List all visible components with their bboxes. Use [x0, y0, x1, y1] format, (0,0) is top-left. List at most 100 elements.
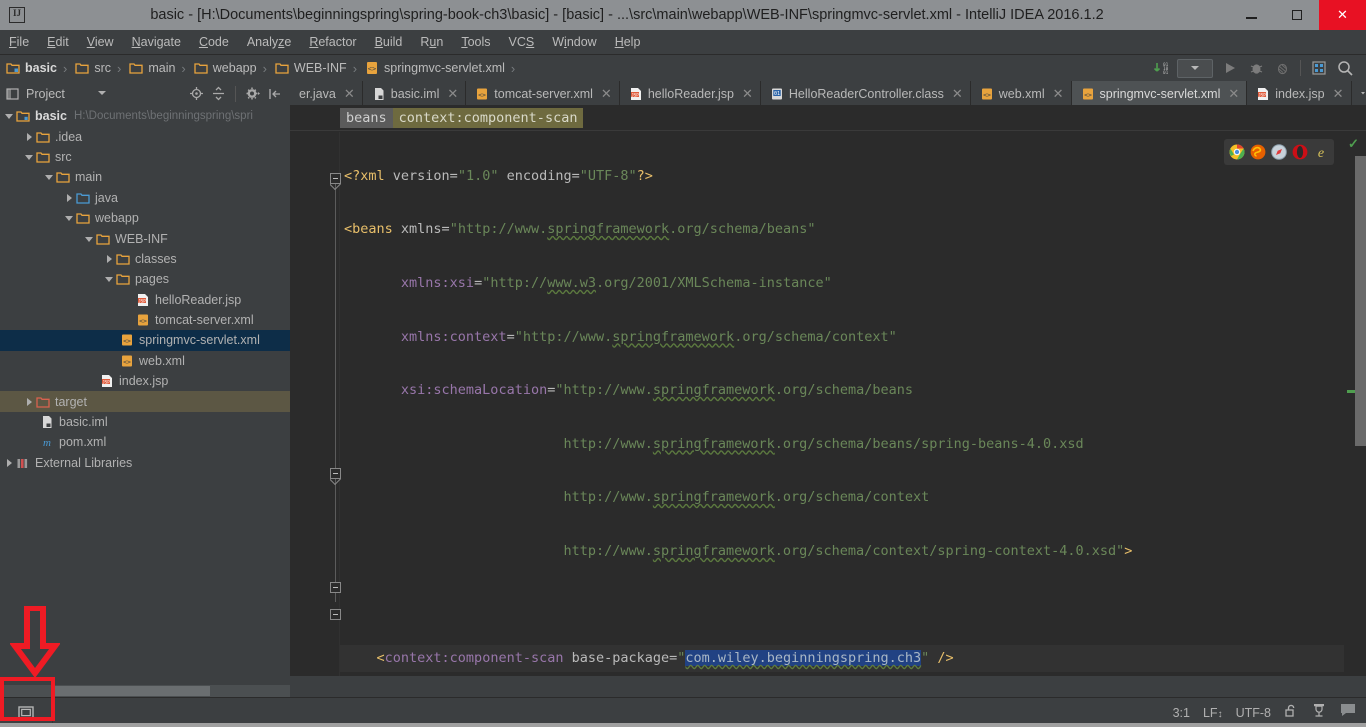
editor-tab-helloreader-jsp[interactable]: JSP helloReader.jsp ✕: [619, 81, 761, 105]
tree-item-idea[interactable]: .idea: [0, 126, 290, 146]
breadcrumb-item-web-inf[interactable]: WEB-INF: [269, 57, 348, 79]
editor-tab-helloreadercontroller-class[interactable]: 01 HelloReaderController.class ✕: [760, 81, 971, 105]
tree-item-classes[interactable]: classes: [0, 249, 290, 269]
tab-overflow-button[interactable]: 2: [1352, 81, 1366, 105]
project-horizontal-scrollbar[interactable]: [0, 685, 290, 697]
hide-panel-icon[interactable]: [265, 84, 285, 104]
menu-tools[interactable]: Tools: [452, 33, 499, 51]
chevron-down-icon[interactable]: [64, 212, 76, 224]
collapse-all-icon[interactable]: [208, 84, 228, 104]
tree-item-java[interactable]: java: [0, 188, 290, 208]
chevron-down-icon[interactable]: [84, 233, 96, 245]
chevron-down-icon[interactable]: [4, 110, 16, 122]
event-log-icon[interactable]: [1340, 703, 1356, 722]
tree-item-basic-iml[interactable]: basic.iml: [0, 412, 290, 432]
breadcrumb-item-main[interactable]: main: [123, 57, 176, 79]
chevron-right-icon[interactable]: [24, 396, 36, 408]
tree-item-webapp[interactable]: webapp: [0, 208, 290, 228]
project-tool-window-header[interactable]: Project: [0, 81, 112, 106]
run-configurations-combo[interactable]: [1177, 58, 1213, 78]
caret-position[interactable]: 3:1: [1173, 706, 1190, 720]
tree-item-pom-xml[interactable]: m pom.xml: [0, 432, 290, 452]
editor-tab-springmvc-servlet-xml[interactable]: <> springmvc-servlet.xml ✕: [1071, 81, 1248, 105]
close-icon[interactable]: ✕: [1053, 87, 1064, 100]
editor-tab-basic-iml[interactable]: basic.iml ✕: [362, 81, 467, 105]
locate-icon[interactable]: [186, 84, 206, 104]
scrollbar-thumb[interactable]: [55, 686, 210, 696]
breadcrumb-item-src[interactable]: src: [69, 57, 112, 79]
close-icon[interactable]: ✕: [742, 87, 753, 100]
tree-item-external-libraries[interactable]: External Libraries: [0, 453, 290, 473]
menu-help[interactable]: Help: [606, 33, 650, 51]
tree-item-main[interactable]: main: [0, 167, 290, 187]
settings-gear-icon[interactable]: [243, 84, 263, 104]
menu-file[interactable]: File: [0, 33, 38, 51]
internet-explorer-icon[interactable]: e: [1313, 144, 1329, 161]
editor-vertical-scrollbar[interactable]: [1355, 156, 1366, 446]
menu-view[interactable]: View: [78, 33, 123, 51]
project-tree-panel[interactable]: basic H:\Documents\beginningspring\spri …: [0, 106, 290, 676]
chevron-right-icon[interactable]: [4, 457, 16, 469]
firefox-icon[interactable]: [1250, 144, 1266, 160]
breadcrumb-chip-component-scan[interactable]: context:component-scan: [392, 108, 584, 128]
chevron-right-icon[interactable]: [64, 192, 76, 204]
menu-window[interactable]: Window: [543, 33, 605, 51]
safari-icon[interactable]: [1271, 144, 1287, 160]
chevron-right-icon[interactable]: [104, 253, 116, 265]
run-icon[interactable]: [1217, 57, 1243, 79]
close-icon[interactable]: ✕: [1228, 87, 1239, 100]
update-project-icon[interactable]: 01 10 01: [1147, 57, 1173, 79]
breadcrumb-item-springmvc-servlet-xml[interactable]: <> springmvc-servlet.xml: [359, 57, 506, 79]
tree-item-src[interactable]: src: [0, 147, 290, 167]
tree-item-springmvc-servlet-xml[interactable]: <> springmvc-servlet.xml: [0, 330, 290, 351]
editor-tab-java[interactable]: er.java ✕: [290, 81, 363, 105]
menu-code[interactable]: Code: [190, 33, 238, 51]
menu-edit[interactable]: Edit: [38, 33, 78, 51]
chevron-down-icon[interactable]: [98, 91, 106, 95]
tree-item-web-xml[interactable]: <> web.xml: [0, 351, 290, 371]
error-stripe-gutter[interactable]: ✓: [1344, 132, 1366, 676]
browser-launch-bar[interactable]: e: [1224, 139, 1334, 165]
close-icon[interactable]: ✕: [601, 87, 612, 100]
breadcrumb-item-webapp[interactable]: webapp: [188, 57, 258, 79]
editor-tab-index-jsp[interactable]: JSP index.jsp ✕: [1247, 81, 1352, 105]
breadcrumb-chip-beans[interactable]: beans: [340, 108, 393, 128]
unlocked-icon[interactable]: [1284, 703, 1298, 723]
breadcrumb-item-basic[interactable]: basic: [0, 57, 58, 79]
menu-vcs[interactable]: VCS: [500, 33, 544, 51]
maximize-button[interactable]: [1274, 0, 1319, 30]
inspection-ok-check-icon[interactable]: ✓: [1348, 136, 1359, 152]
menu-refactor[interactable]: Refactor: [300, 33, 365, 51]
close-icon[interactable]: ✕: [344, 87, 355, 100]
code-text[interactable]: <?xml version="1.0" encoding="UTF-8"?> <…: [340, 132, 1344, 676]
build-layout-icon[interactable]: [1306, 57, 1332, 79]
editor-gutter[interactable]: [290, 132, 341, 676]
chevron-down-icon[interactable]: [44, 171, 56, 183]
tree-item-helloreader-jsp[interactable]: JSP helloReader.jsp: [0, 290, 290, 310]
code-editor[interactable]: beans context:component-scan <?xml versi…: [290, 106, 1366, 676]
close-icon[interactable]: ✕: [447, 87, 458, 100]
menu-navigate[interactable]: Navigate: [123, 33, 190, 51]
close-button[interactable]: ✕: [1319, 0, 1366, 30]
coverage-icon[interactable]: [1269, 57, 1295, 79]
file-encoding[interactable]: UTF-8: [1236, 706, 1271, 720]
tree-item-web-inf[interactable]: WEB-INF: [0, 228, 290, 248]
minimize-button[interactable]: [1229, 0, 1274, 30]
menu-build[interactable]: Build: [366, 33, 412, 51]
tree-item-index-jsp[interactable]: JSP index.jsp: [0, 371, 290, 391]
editor-tab-web-xml[interactable]: <> web.xml ✕: [970, 81, 1072, 105]
chevron-right-icon[interactable]: [24, 131, 36, 143]
search-everywhere-icon[interactable]: [1332, 57, 1358, 79]
line-separator[interactable]: LF↕: [1203, 706, 1223, 720]
chevron-down-icon[interactable]: [24, 151, 36, 163]
opera-icon[interactable]: [1292, 144, 1308, 160]
hector-inspector-icon[interactable]: [1311, 702, 1327, 723]
debug-icon[interactable]: [1243, 57, 1269, 79]
menu-analyze[interactable]: Analyze: [238, 33, 300, 51]
tree-item-pages[interactable]: pages: [0, 269, 290, 289]
close-icon[interactable]: ✕: [952, 87, 963, 100]
chevron-down-icon[interactable]: [104, 273, 116, 285]
chrome-icon[interactable]: [1229, 144, 1245, 160]
close-icon[interactable]: ✕: [1333, 87, 1344, 100]
menu-run[interactable]: Run: [411, 33, 452, 51]
